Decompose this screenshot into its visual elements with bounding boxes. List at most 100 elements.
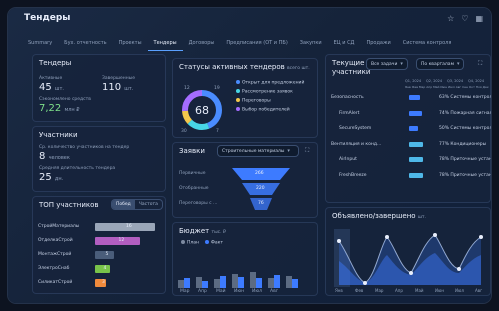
legend-dot — [236, 89, 240, 93]
gantt-percent: 78% Приточные устано — [439, 157, 491, 162]
legend-dot — [236, 98, 240, 102]
plan-bar — [268, 278, 274, 288]
completed-metric: 110 шт. — [102, 82, 133, 93]
gantt-percent: 74% Пожарная сигнали — [439, 110, 491, 116]
tab-contracts[interactable]: Договоры — [183, 38, 221, 51]
announced-month-label: Мар — [375, 288, 384, 293]
announced-chart — [334, 229, 483, 287]
plan-bar — [250, 272, 256, 288]
avg-duration-unit: дн. — [54, 176, 64, 182]
savings-unit: млн ₽ — [64, 107, 80, 113]
top-participant-row[interactable]: ЭлектроСнаб 4 — [38, 264, 188, 274]
tab-projects[interactable]: Проекты — [113, 38, 148, 51]
top-mode-switch: Побед Частота — [112, 200, 162, 209]
top-participant-row[interactable]: ОтделкаСтрой 12 — [38, 236, 188, 246]
budget-month-label: Июн — [234, 289, 245, 294]
top-participant-row[interactable]: СтройМатериалы 16 — [38, 222, 188, 232]
funnel-label-2: Отобранные — [179, 186, 209, 191]
gantt-row[interactable]: FreshBreeze 78% Приточные устано — [331, 170, 491, 182]
budget-month-label: Авг — [270, 289, 279, 294]
participant-value: 16 — [126, 224, 132, 229]
tab-accounting[interactable]: Бух. отчетность — [58, 38, 112, 51]
top-participant-row[interactable]: МонтажСтрой 5 — [38, 250, 188, 260]
participant-value: 4 — [103, 266, 107, 271]
plan-bar — [214, 279, 220, 288]
funnel-value-3: 76 — [258, 201, 264, 206]
tasks-filter[interactable]: Все задачи ▾ — [367, 59, 407, 69]
gantt-name: SecureSystem — [339, 126, 372, 131]
expand-icon[interactable]: ⛶ — [478, 60, 482, 68]
donut-label-c: 30 — [181, 128, 187, 134]
participant-value: 12 — [118, 238, 125, 243]
point — [409, 271, 413, 275]
fact-bar — [292, 279, 298, 288]
participant-bar — [95, 251, 114, 259]
participant-value: 3 — [102, 280, 105, 285]
tab-sales[interactable]: Продажи — [360, 38, 396, 51]
gantt-row[interactable]: Вентиляция и конд... 77% Кондиционеры — [331, 139, 491, 151]
budget-card: Бюджет тыс. ₽ План Факт Мар Апр Май Июн Июл А… — [172, 222, 318, 296]
donut-label-b: 19 — [214, 85, 220, 91]
gantt-bar — [409, 141, 423, 147]
savings-label: Сэкономлено средств — [39, 97, 91, 102]
donut-label-d: 7 — [216, 128, 219, 134]
top-participants-title: ТОП участников — [39, 201, 99, 209]
period-filter-value: По кварталам — [421, 62, 454, 67]
announced-month-label: Май — [415, 288, 424, 293]
top-participant-row[interactable]: СиликатСтрой 3 — [38, 278, 188, 288]
gantt-row[interactable]: SecureSystem 50% Системы контрол — [331, 123, 491, 135]
status-legend-item: Выбор победителей — [236, 107, 290, 113]
announced-card: Объявлено/завершено шт. Янв Фев Мар Апр Май И… — [325, 207, 491, 296]
gantt-row[interactable]: Безопасность 63% Системы контрол — [331, 92, 491, 104]
point — [433, 233, 437, 237]
requests-funnel — [232, 168, 290, 210]
avg-participants-metric: 8 человек — [39, 151, 70, 162]
avg-participants-label: Ср. количество участников на тендер — [39, 145, 130, 150]
tab-tenders[interactable]: Тендеры — [147, 38, 183, 51]
avg-duration-metric: 25 дн. — [39, 172, 63, 183]
participant-value: 5 — [105, 252, 109, 257]
months-header: Янв Фев Мар Апр Май Июн Июл Авг Сен Окт … — [405, 85, 489, 89]
gantt-row[interactable]: FirmAlert 74% Пожарная сигнали — [331, 108, 491, 120]
tab-summary[interactable]: Summary — [22, 38, 58, 51]
gantt-bar — [409, 126, 418, 131]
grid-icon[interactable]: ▦ — [475, 14, 483, 24]
status-legend-item: Переговоры — [236, 98, 271, 104]
tab-ec-sd[interactable]: ЕЦ и СД — [328, 38, 361, 51]
participant-bar — [95, 265, 110, 273]
requests-card: Заявки Строительные материалы ▾ ⛶ Первичн… — [172, 142, 318, 218]
participant-bar — [95, 237, 140, 245]
point — [385, 235, 389, 239]
budget-month-label: Май — [216, 289, 226, 294]
participants-card-title: Участники — [39, 131, 78, 139]
favorite-icon[interactable]: ♡ — [461, 14, 468, 24]
tab-frequency[interactable]: Частота — [135, 200, 162, 209]
quarter-label: Q1, 2024 — [405, 79, 422, 83]
savings-value: 7,22 — [39, 103, 62, 114]
fact-bar — [202, 281, 208, 288]
announced-month-label: Янв — [335, 288, 343, 293]
legend-label: Выбор победителей — [242, 107, 290, 113]
donut-label-a: 12 — [184, 85, 190, 91]
plan-bar — [178, 280, 184, 288]
legend-label: Открыт для предложений — [242, 80, 305, 86]
donut-total: 68 — [195, 104, 209, 117]
gantt-percent: 50% Системы контрол — [439, 126, 491, 131]
tab-wins[interactable]: Побед — [112, 200, 135, 209]
top-bar: Тендеры ☆ ♡ ▦ — [8, 8, 491, 34]
top-participants-card: ТОП участников Побед Частота СтройМатери… — [32, 196, 166, 294]
tenders-card: Тендеры Активные 45 шт. Завершенные 110 … — [32, 54, 166, 122]
star-icon[interactable]: ☆ — [447, 14, 454, 24]
budget-bars — [178, 272, 298, 288]
legend-dot — [236, 80, 240, 84]
gantt-row[interactable]: AirInput 78% Приточные устано — [331, 154, 491, 166]
gantt-bar — [409, 157, 423, 162]
tab-purchases[interactable]: Закупки — [294, 38, 328, 51]
period-filter[interactable]: По кварталам ▾ — [417, 59, 464, 69]
funnel-value-1: 266 — [255, 171, 264, 176]
gantt-name: Безопасность — [331, 95, 364, 100]
tab-prescriptions[interactable]: Предписания (ОТ и ПБ) — [220, 38, 293, 51]
chevron-down-icon: ▾ — [400, 61, 403, 67]
participant-name: ОтделкаСтрой — [38, 238, 73, 243]
tab-control-system[interactable]: Система контроля — [397, 38, 458, 51]
